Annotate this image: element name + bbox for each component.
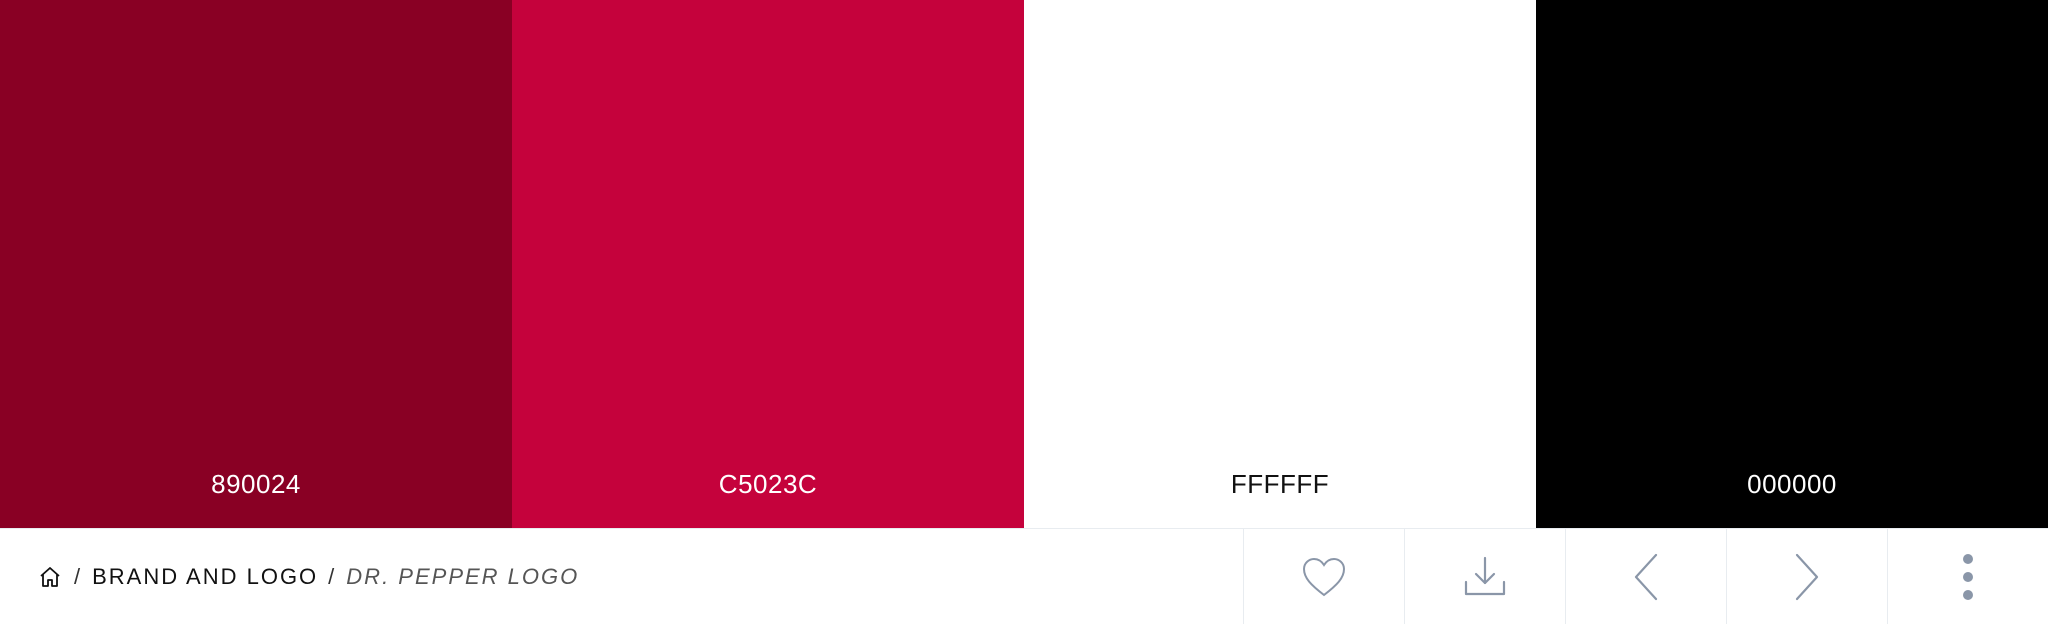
chevron-left-icon	[1634, 553, 1658, 600]
swatch-hex-label: 000000	[1747, 469, 1837, 499]
color-swatch-1[interactable]: 890024	[0, 0, 512, 528]
next-button[interactable]	[1726, 529, 1887, 624]
previous-button[interactable]	[1565, 529, 1726, 624]
bottom-toolbar: / BRAND AND LOGO / DR. PEPPER LOGO	[0, 528, 2048, 624]
download-icon	[1464, 556, 1506, 595]
breadcrumb-separator: /	[74, 563, 83, 589]
color-palette: 890024 C5023C FFFFFF 000000	[0, 0, 2048, 528]
swatch-hex-label: 890024	[211, 469, 301, 499]
heart-icon	[1302, 557, 1346, 596]
breadcrumb-category-link[interactable]: BRAND AND LOGO	[92, 564, 318, 590]
swatch-hex-label: FFFFFF	[1230, 469, 1330, 499]
chevron-right-icon	[1795, 553, 1819, 600]
download-button[interactable]	[1404, 529, 1565, 624]
more-options-button[interactable]	[1887, 529, 2048, 624]
color-swatch-2[interactable]: C5023C	[512, 0, 1024, 528]
home-icon[interactable]	[38, 564, 64, 590]
breadcrumb: / BRAND AND LOGO / DR. PEPPER LOGO	[38, 529, 579, 624]
breadcrumb-current-page: DR. PEPPER LOGO	[346, 563, 580, 589]
more-vertical-icon	[1963, 553, 1973, 600]
swatch-hex-label: C5023C	[718, 469, 818, 499]
action-buttons	[1243, 529, 2048, 624]
favorite-button[interactable]	[1243, 529, 1404, 624]
color-swatch-4[interactable]: 000000	[1536, 0, 2048, 528]
breadcrumb-separator: /	[328, 563, 337, 589]
color-swatch-3[interactable]: FFFFFF	[1024, 0, 1536, 528]
